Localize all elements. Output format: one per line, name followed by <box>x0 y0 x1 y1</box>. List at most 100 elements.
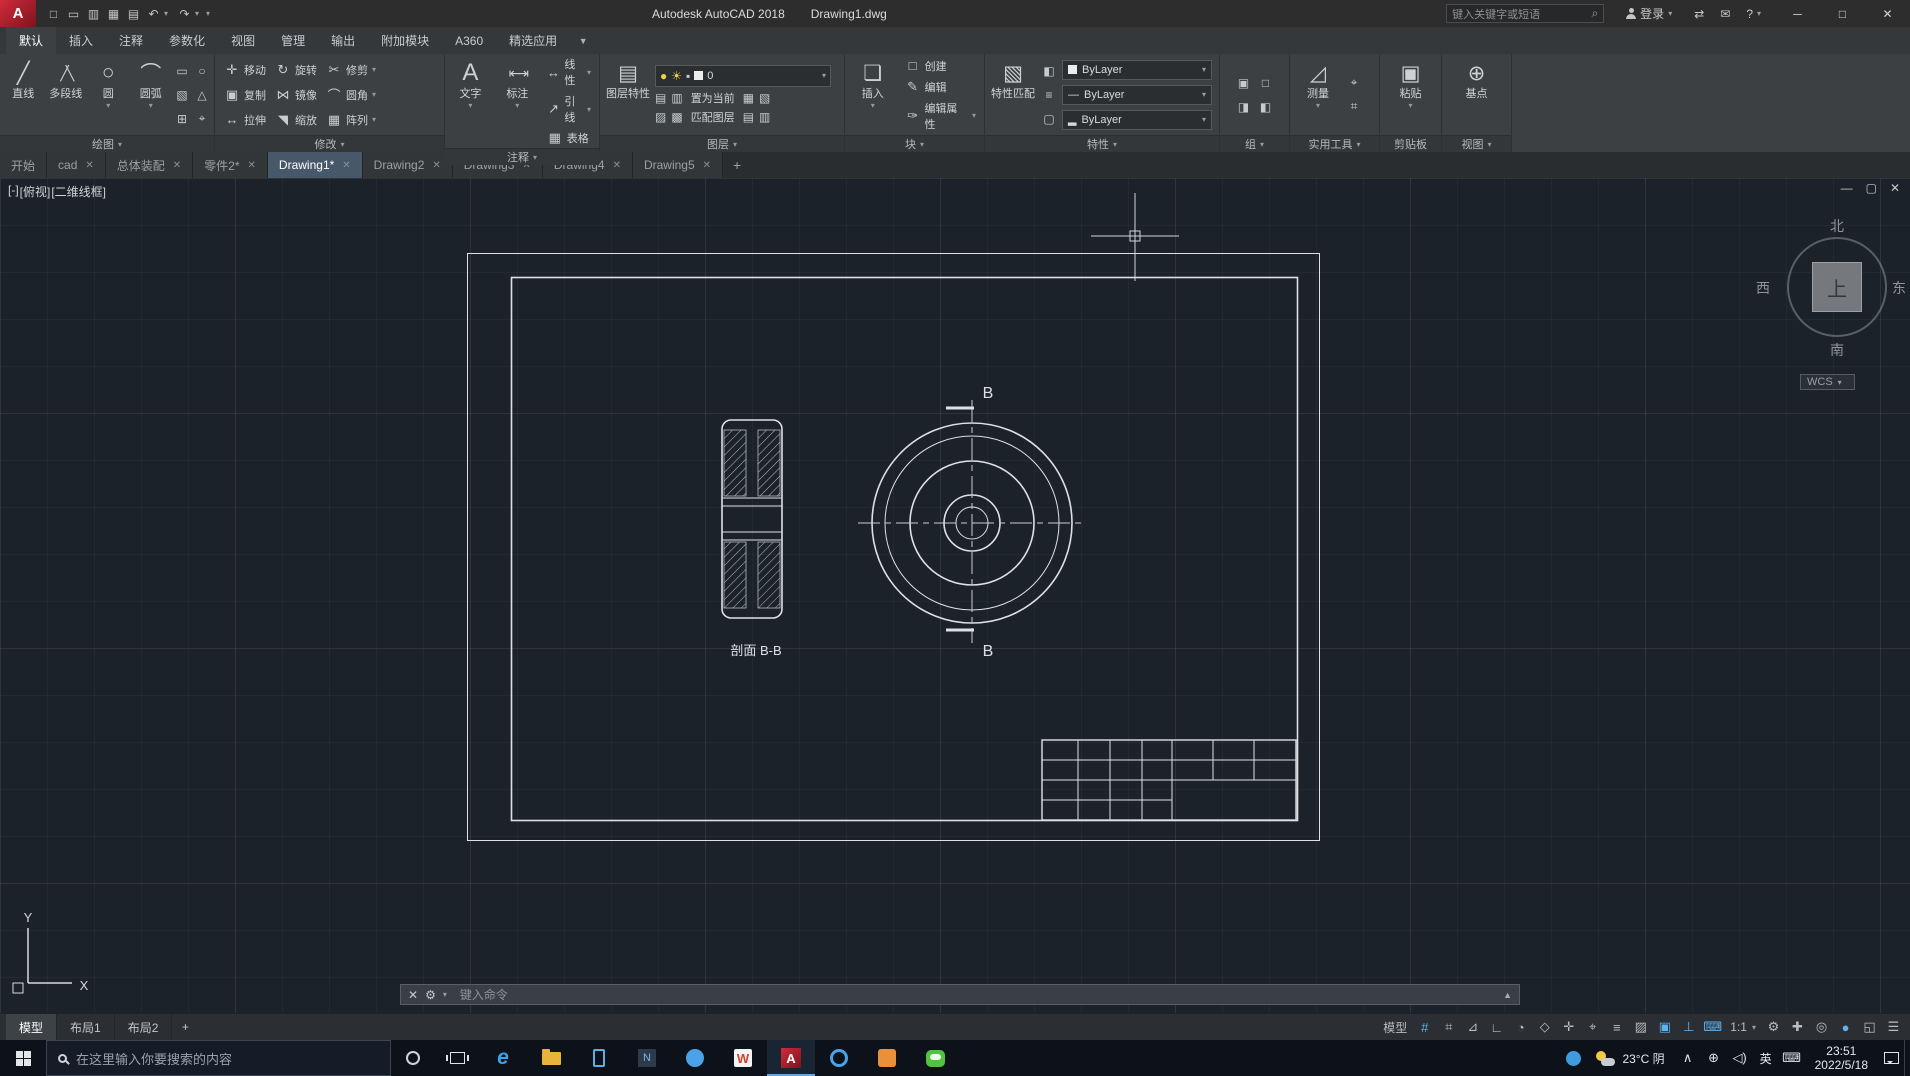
file-tab-drawing2[interactable]: Drawing2✕ <box>363 152 453 178</box>
close-tab-icon[interactable]: ✕ <box>703 160 711 171</box>
search-icon[interactable]: ⌕ <box>1591 6 1598 21</box>
annotation-monitor-icon[interactable]: ✚ <box>1786 1016 1809 1039</box>
layer-on-icon[interactable]: ● <box>660 69 667 83</box>
dimension-button[interactable]: ⇤⇥ 标注 ▾ <box>495 56 540 146</box>
app-store-icon[interactable]: ✉ <box>1712 0 1738 27</box>
cortana-button[interactable] <box>391 1040 435 1076</box>
file-tab-cad[interactable]: cad✕ <box>47 152 106 178</box>
close-tab-icon[interactable]: ✕ <box>248 160 256 171</box>
ungroup-icon[interactable]: □ <box>1256 72 1276 94</box>
layer-tool-icon[interactable]: ▥ <box>759 110 770 124</box>
show-desktop-button[interactable] <box>1904 1040 1910 1076</box>
ribbon-tab-addins[interactable]: 附加模块 <box>368 27 442 54</box>
close-button[interactable]: ✕ <box>1865 0 1910 27</box>
layer-properties-button[interactable]: ▤ 图层特性 <box>603 56 653 133</box>
file-tab-assembly[interactable]: 总体装配✕ <box>106 152 193 178</box>
create-block-button[interactable]: □创建 <box>902 58 979 74</box>
app-menu-button[interactable]: A <box>0 0 36 27</box>
line-button[interactable]: ╱ 直线 <box>3 56 44 133</box>
grid-icon[interactable]: # <box>1413 1016 1436 1039</box>
layer-tool-icon[interactable]: ▧ <box>759 91 770 105</box>
text-button[interactable]: A 文字 ▾ <box>448 56 493 146</box>
signin-button[interactable]: 登录 ▾ <box>1618 0 1686 27</box>
a360-icon[interactable]: ⇄ <box>1686 0 1712 27</box>
redo-dropdown-icon[interactable]: ▾ <box>195 9 205 18</box>
paste-button[interactable]: ▣ 粘贴 ▾ <box>1386 56 1436 133</box>
layout-tab-layout1[interactable]: 布局1 <box>57 1014 115 1040</box>
base-point-button[interactable]: ⊕ 基点 <box>1452 56 1502 133</box>
command-close-icon[interactable]: ✕ <box>408 988 418 1002</box>
quick-calc-icon[interactable]: ⌗ <box>1345 96 1363 118</box>
lineweight-icon[interactable]: ≡ <box>1605 1016 1628 1039</box>
layout-tab-model[interactable]: 模型 <box>6 1014 57 1040</box>
file-tab-drawing5[interactable]: Drawing5✕ <box>633 152 723 178</box>
viewport-visual-style-control[interactable]: [二维线框] <box>51 183 106 200</box>
ribbon-tab-annotate[interactable]: 注释 <box>106 27 156 54</box>
panel-label-annotate[interactable]: 注释▾ <box>445 148 599 165</box>
close-tab-icon[interactable]: ✕ <box>173 160 181 171</box>
ribbon-tab-home[interactable]: 默认 <box>6 27 56 54</box>
save-as-icon[interactable]: ▦ <box>104 3 123 24</box>
panel-label-properties[interactable]: 特性▾ <box>985 135 1219 152</box>
ribbon-tab-a360[interactable]: A360 <box>442 27 496 54</box>
start-button[interactable] <box>0 1040 46 1076</box>
group-edit-icon[interactable]: ◨ <box>1234 96 1254 118</box>
arc-button[interactable]: ⌒ 圆弧 ▾ <box>131 56 172 133</box>
customization-icon[interactable]: ☰ <box>1882 1016 1905 1039</box>
osnap-icon[interactable]: ⌖ <box>1581 1016 1604 1039</box>
layer-tool-icon[interactable]: ▦ <box>743 91 754 105</box>
ribbon-tab-featured-apps[interactable]: 精选应用 <box>496 27 570 54</box>
taskbar-app-wps[interactable]: W <box>719 1040 767 1076</box>
workspace-switching-icon[interactable]: ⚙ <box>1762 1016 1785 1039</box>
doc-minimize-icon[interactable]: — <box>1841 181 1853 195</box>
panel-label-groups[interactable]: 组▾ <box>1220 135 1289 152</box>
command-history-icon[interactable]: ▲ <box>1503 990 1512 1000</box>
tray-message-icon[interactable] <box>1560 1040 1586 1076</box>
polar-tracking-icon[interactable]: ◔ <box>1509 1016 1532 1039</box>
leader-button[interactable]: ↗引线▾ <box>544 93 594 125</box>
selection-cycling-icon[interactable]: ▣ <box>1653 1016 1676 1039</box>
layer-dropdown-caret-icon[interactable]: ▾ <box>822 71 826 80</box>
taskbar-app-wechat[interactable] <box>911 1040 959 1076</box>
move-button[interactable]: ✛移动 <box>221 57 269 82</box>
dynamic-input-icon[interactable]: ⌨ <box>1701 1016 1724 1039</box>
hardware-acceleration-icon[interactable]: ● <box>1834 1016 1857 1039</box>
layer-dropdown[interactable]: ● ☀ ▪ 0 ▾ <box>655 65 831 87</box>
rectangle-icon[interactable]: ▭ <box>173 60 191 82</box>
edit-attributes-button[interactable]: ✑编辑属性▾ <box>902 100 979 132</box>
ribbon-tab-parametric[interactable]: 参数化 <box>156 27 218 54</box>
taskbar-app-browser[interactable] <box>815 1040 863 1076</box>
new-layout-button[interactable]: + <box>172 1014 198 1040</box>
isodraft-icon[interactable]: ◇ <box>1533 1016 1556 1039</box>
panel-label-utilities[interactable]: 实用工具▾ <box>1290 135 1379 152</box>
doc-close-icon[interactable]: ✕ <box>1890 181 1900 195</box>
lineweight-tool-icon[interactable]: ▢ <box>1040 108 1058 130</box>
stretch-button[interactable]: ↔拉伸 <box>221 107 269 132</box>
linetype-dropdown[interactable]: — ByLayer ▾ <box>1062 85 1212 105</box>
panel-label-draw[interactable]: 绘图▾ <box>0 135 214 152</box>
panel-label-view[interactable]: 视图▾ <box>1442 135 1511 152</box>
scale-button[interactable]: ◥缩放 <box>272 107 320 132</box>
infer-constraints-icon[interactable]: ⊿ <box>1461 1016 1484 1039</box>
panel-label-layers[interactable]: 图层▾ <box>600 135 844 152</box>
layer-tool-icon[interactable]: ▩ <box>671 110 682 124</box>
taskbar-app-notes[interactable]: N <box>623 1040 671 1076</box>
lineweight-dropdown[interactable]: ▂ ByLayer ▾ <box>1062 110 1212 130</box>
layer-tool-icon[interactable]: ▤ <box>655 91 666 105</box>
viewport-view-control[interactable]: [俯视] <box>20 183 51 200</box>
qat-customize-icon[interactable]: ▾ <box>206 9 216 18</box>
weather-widget[interactable]: 23°C 阴 <box>1586 1040 1674 1076</box>
close-tab-icon[interactable]: ✕ <box>342 160 350 171</box>
volume-icon[interactable]: ◁) <box>1727 1040 1753 1076</box>
make-current-button[interactable]: 置为当前 <box>688 90 738 106</box>
measure-button[interactable]: ◿ 测量 ▾ <box>1293 56 1343 133</box>
ortho-icon[interactable]: ∟ <box>1485 1016 1508 1039</box>
layer-tool-icon[interactable]: ▨ <box>655 110 666 124</box>
plot-icon[interactable]: ▤ <box>124 3 143 24</box>
layout-tab-layout2[interactable]: 布局2 <box>115 1014 173 1040</box>
close-tab-icon[interactable]: ✕ <box>613 160 621 171</box>
network-icon[interactable]: ⊕ <box>1701 1040 1727 1076</box>
ribbon-tab-manage[interactable]: 管理 <box>268 27 318 54</box>
annotation-scale-button[interactable]: 1:1▾ <box>1725 1016 1761 1039</box>
command-prompt[interactable]: 键入命令 <box>460 986 508 1003</box>
